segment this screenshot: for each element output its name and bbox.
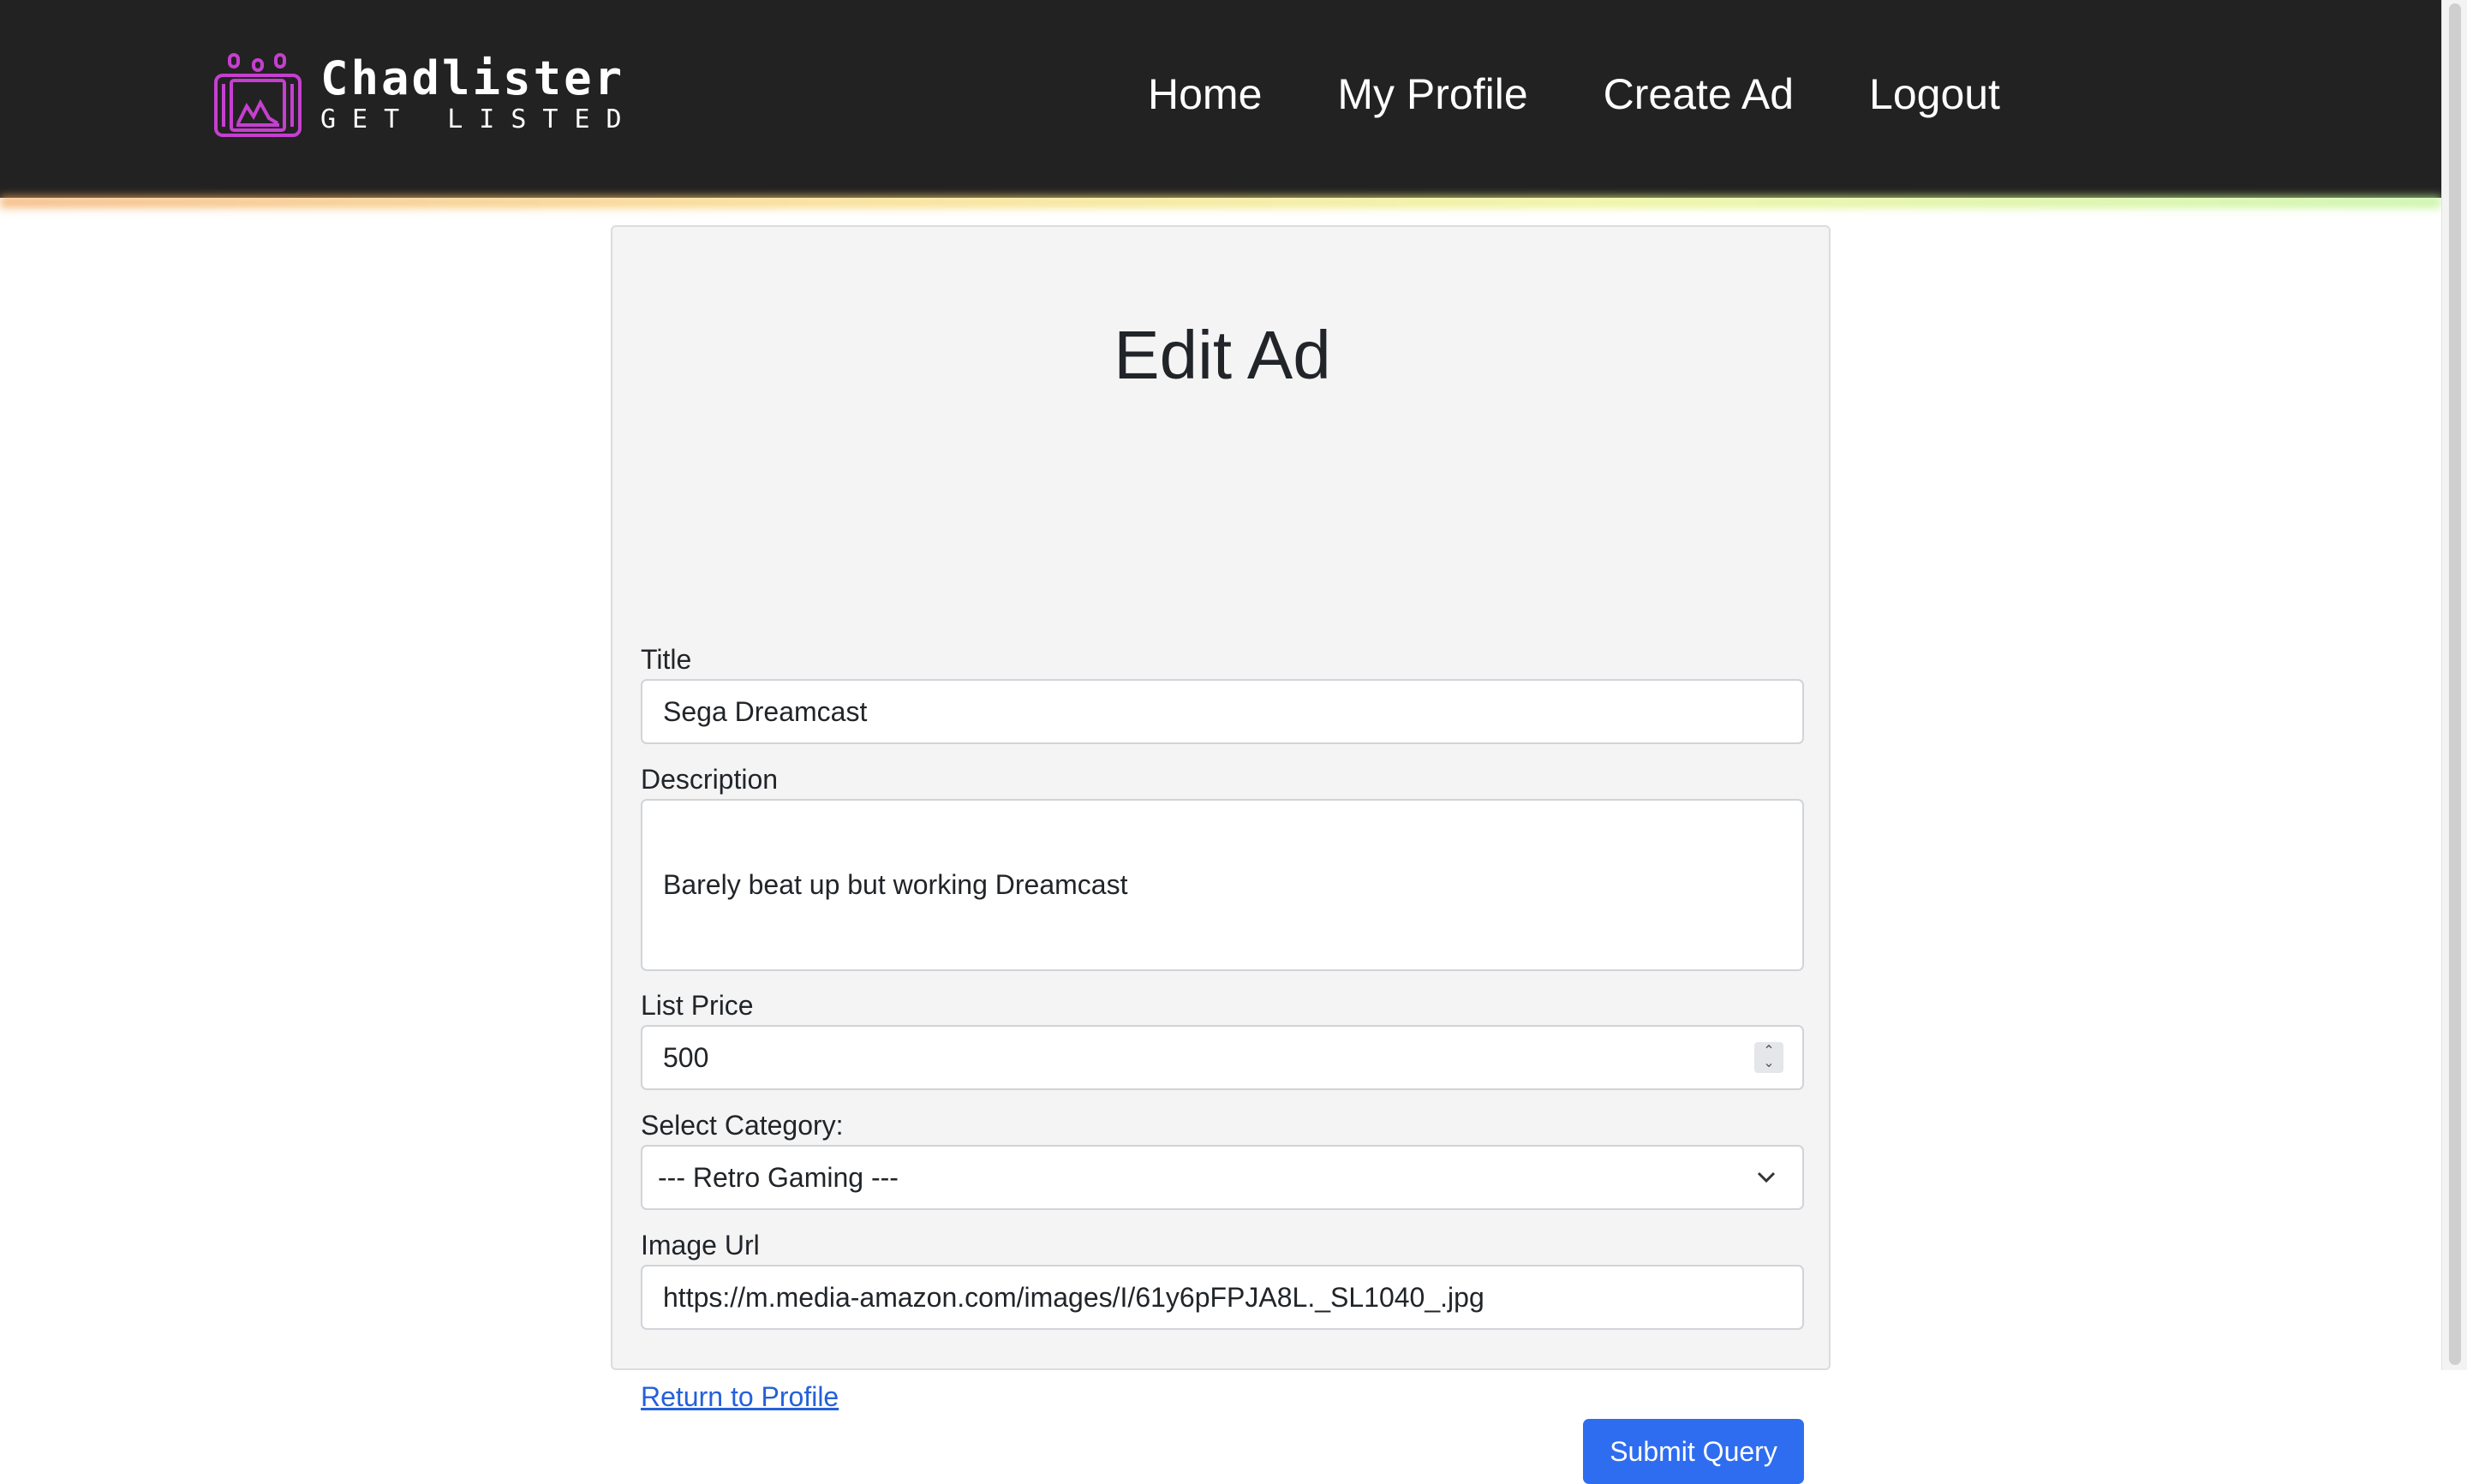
brand-name: Chadlister [320,51,625,105]
nav-my-profile[interactable]: My Profile [1337,63,1527,125]
title-label: Title [641,644,692,675]
price-value: 500 [663,1041,709,1073]
scrollbar[interactable] [2441,0,2467,1370]
return-to-profile-link[interactable]: Return to Profile [641,1380,839,1414]
top-navbar: Chadlister GET LISTED Home My Profile Cr… [0,0,2441,198]
description-value: Barely beat up but working Dreamcast [663,869,1128,900]
category-label: Select Category: [641,1110,844,1141]
brand-tagline: GET LISTED [320,104,638,134]
title-input[interactable]: Sega Dreamcast [641,679,1804,744]
category-value: --- Retro Gaming --- [658,1161,899,1193]
price-input[interactable]: 500 ⌃ ⌄ [641,1025,1804,1090]
nav-create-ad[interactable]: Create Ad [1604,63,1794,125]
description-textarea[interactable]: Barely beat up but working Dreamcast [641,799,1804,971]
main-nav: Home My Profile Create Ad Logout [1148,63,2000,125]
description-label: Description [641,764,779,795]
title-value: Sega Dreamcast [663,695,868,727]
scrollbar-thumb[interactable] [2449,3,2461,1365]
image-url-input[interactable]: https://m.media-amazon.com/images/I/61y6… [641,1265,1804,1330]
price-label: List Price [641,990,754,1021]
nav-logout[interactable]: Logout [1869,63,2000,125]
number-stepper-icon[interactable]: ⌃ ⌄ [1754,1042,1783,1073]
header-glow [0,196,2441,208]
brand[interactable]: Chadlister GET LISTED [212,50,638,139]
nav-home[interactable]: Home [1148,63,1262,125]
chadlister-logo-icon [214,53,302,137]
edit-ad-card: Edit Ad Title Sega Dreamcast Description… [611,225,1831,1484]
image-url-value: https://m.media-amazon.com/images/I/61y6… [663,1281,1484,1313]
submit-button[interactable]: Submit Query [1583,1419,1804,1484]
category-select[interactable]: --- Retro Gaming --- [641,1145,1804,1210]
image-url-label: Image Url [641,1230,760,1261]
page-title: Edit Ad [1114,317,1331,393]
chevron-down-icon [1757,1171,1776,1183]
